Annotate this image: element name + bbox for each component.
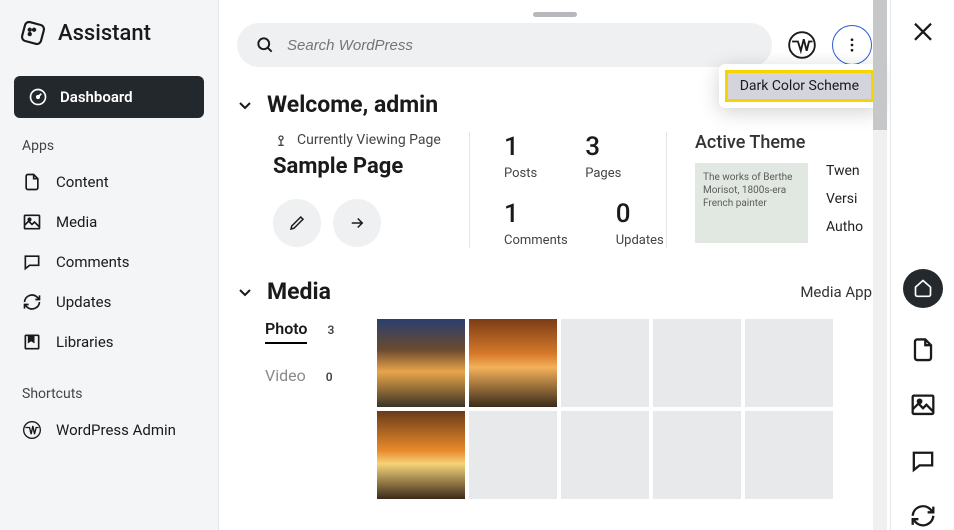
sidebar-item-label: Media xyxy=(56,213,97,231)
media-tile-empty[interactable] xyxy=(469,411,557,499)
current-page-name: Sample Page xyxy=(273,154,469,179)
stats-card: 1Posts 3Pages 1Comments 0Updates xyxy=(470,132,666,248)
media-grid xyxy=(377,319,845,499)
chevron-down-icon[interactable] xyxy=(237,97,253,113)
media-tile-empty[interactable] xyxy=(653,319,741,407)
sidebar-section-shortcuts: Shortcuts xyxy=(0,386,218,410)
scrollbar-thumb[interactable] xyxy=(873,0,887,130)
media-tile[interactable] xyxy=(377,319,465,407)
media-tile[interactable] xyxy=(469,319,557,407)
filter-video[interactable]: Video 0 xyxy=(265,366,377,385)
rail-file-icon[interactable] xyxy=(909,336,937,364)
kebab-icon xyxy=(843,36,861,54)
rail-home-button[interactable] xyxy=(903,269,943,308)
theme-author-label: Autho xyxy=(826,219,863,235)
stat-comments[interactable]: 1Comments xyxy=(504,199,568,248)
go-page-button[interactable] xyxy=(333,199,381,247)
bookmark-box-icon xyxy=(22,332,42,352)
main-panel: Dark Color Scheme Welcome, admin Current… xyxy=(219,0,890,530)
sidebar-item-label: Libraries xyxy=(56,333,114,351)
search-icon xyxy=(255,35,275,55)
sidebar-item-dashboard[interactable]: Dashboard xyxy=(14,76,204,118)
assistant-logo-icon xyxy=(20,20,46,46)
arrow-right-icon xyxy=(348,214,366,232)
stat-updates[interactable]: 0Updates xyxy=(616,199,664,248)
image-icon xyxy=(22,212,42,232)
theme-name: Twen xyxy=(826,163,863,179)
search-box[interactable] xyxy=(237,23,772,67)
media-app-link[interactable]: Media App xyxy=(800,283,872,301)
comment-icon xyxy=(22,252,42,272)
sidebar-item-label: WordPress Admin xyxy=(56,421,176,439)
media-heading: Media xyxy=(267,278,331,305)
sidebar-item-comments[interactable]: Comments xyxy=(0,242,218,282)
stat-posts[interactable]: 1Posts xyxy=(504,132,537,181)
sync-icon xyxy=(22,292,42,312)
tooltip-text[interactable]: Dark Color Scheme xyxy=(725,70,874,102)
media-tile-empty[interactable] xyxy=(745,319,833,407)
sidebar-item-wpadmin[interactable]: WordPress Admin xyxy=(0,410,218,450)
sidebar-item-label: Updates xyxy=(56,293,111,311)
rail-comment-icon[interactable] xyxy=(909,447,937,475)
media-tile-empty[interactable] xyxy=(561,411,649,499)
tooltip-popover: Dark Color Scheme xyxy=(719,64,880,108)
close-icon[interactable] xyxy=(909,18,937,46)
sidebar-item-updates[interactable]: Updates xyxy=(0,282,218,322)
sidebar-item-media[interactable]: Media xyxy=(0,202,218,242)
search-input[interactable] xyxy=(287,37,754,54)
dashboard-icon xyxy=(28,87,48,107)
right-rail xyxy=(890,0,954,530)
sidebar-section-apps: Apps xyxy=(0,138,218,162)
chevron-down-icon[interactable] xyxy=(237,284,253,300)
sidebar: Assistant Dashboard Apps Content Media C… xyxy=(0,0,219,530)
rail-sync-icon[interactable] xyxy=(909,502,937,530)
edit-page-button[interactable] xyxy=(273,199,321,247)
topbar xyxy=(237,23,872,67)
welcome-heading: Welcome, admin xyxy=(267,91,438,118)
media-tile-empty[interactable] xyxy=(561,319,649,407)
rail-image-icon[interactable] xyxy=(909,391,937,419)
filter-photo[interactable]: Photo 3 xyxy=(265,319,377,344)
current-page-card: Currently Viewing Page Sample Page xyxy=(237,132,469,248)
dashboard-row: Currently Viewing Page Sample Page 1Post… xyxy=(237,132,872,248)
media-tile-empty[interactable] xyxy=(653,411,741,499)
sidebar-item-label: Comments xyxy=(56,253,130,271)
sidebar-item-content[interactable]: Content xyxy=(0,162,218,202)
viewing-label: Currently Viewing Page xyxy=(297,132,441,148)
pencil-icon xyxy=(288,214,306,232)
theme-meta: Twen Versi Autho xyxy=(826,163,863,243)
sidebar-item-label: Dashboard xyxy=(60,88,133,106)
brand: Assistant xyxy=(0,20,218,70)
media-tile-empty[interactable] xyxy=(745,411,833,499)
active-theme-card: Active Theme The works of Berthe Morisot… xyxy=(667,132,872,248)
media-tile[interactable] xyxy=(377,411,465,499)
sidebar-item-label: Content xyxy=(56,173,109,191)
media-filters: Photo 3 Video 0 xyxy=(237,319,377,499)
pin-icon xyxy=(273,132,289,148)
sidebar-item-libraries[interactable]: Libraries xyxy=(0,322,218,362)
wordpress-icon[interactable] xyxy=(788,31,816,59)
theme-header: Active Theme xyxy=(695,132,872,153)
theme-thumbnail[interactable]: The works of Berthe Morisot, 1800s-era F… xyxy=(695,163,808,243)
more-menu-button[interactable] xyxy=(832,25,872,65)
scrollbar[interactable] xyxy=(873,0,887,530)
stat-pages[interactable]: 3Pages xyxy=(585,132,621,181)
theme-version-label: Versi xyxy=(826,191,863,207)
home-icon xyxy=(913,278,933,298)
drag-handle[interactable] xyxy=(533,12,577,17)
media-section: Media Media App Photo 3 Video 0 xyxy=(237,278,872,499)
wordpress-icon xyxy=(22,420,42,440)
file-icon xyxy=(22,172,42,192)
brand-title: Assistant xyxy=(58,21,151,46)
